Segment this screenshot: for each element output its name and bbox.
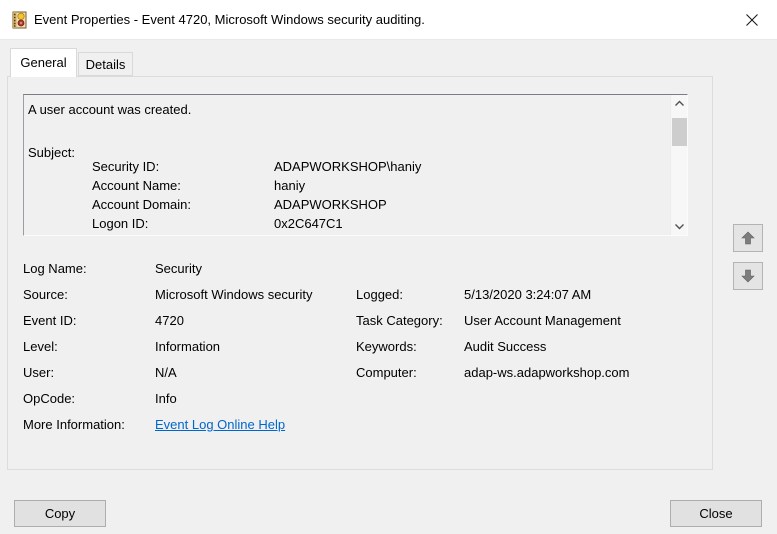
close-button[interactable]: Close bbox=[670, 500, 762, 527]
scrollbar-up-button[interactable] bbox=[671, 95, 688, 112]
tab-details[interactable]: Details bbox=[78, 52, 133, 76]
window-title: Event Properties - Event 4720, Microsoft… bbox=[34, 0, 425, 40]
close-icon bbox=[745, 13, 759, 27]
detail-value bbox=[464, 391, 711, 417]
scrollbar-down-button[interactable] bbox=[671, 218, 688, 235]
event-log-online-help-link[interactable]: Event Log Online Help bbox=[155, 417, 285, 443]
detail-row: User: N/A Computer: adap-ws.adapworkshop… bbox=[23, 365, 711, 391]
field-value: haniy bbox=[274, 178, 305, 193]
copy-button[interactable]: Copy bbox=[14, 500, 106, 527]
arrow-down-icon bbox=[740, 268, 756, 284]
detail-value: 5/13/2020 3:24:07 AM bbox=[464, 287, 711, 313]
tab-general[interactable]: General bbox=[10, 48, 77, 77]
detail-value: 4720 bbox=[155, 313, 356, 339]
field-label: Account Domain: bbox=[92, 197, 191, 212]
event-log-icon bbox=[10, 11, 28, 29]
field-value: 0x2C647C1 bbox=[274, 216, 343, 231]
detail-row: Log Name: Security bbox=[23, 261, 711, 287]
detail-value: Audit Success bbox=[464, 339, 711, 365]
field-label: Logon ID: bbox=[92, 216, 148, 231]
field-label: Account Name: bbox=[92, 178, 181, 193]
detail-label: Logged: bbox=[356, 287, 464, 313]
titlebar: Event Properties - Event 4720, Microsoft… bbox=[0, 0, 777, 40]
event-description-box[interactable]: A user account was created. Subject: Sec… bbox=[23, 94, 688, 236]
detail-label: Source: bbox=[23, 287, 155, 313]
field-label: Security ID: bbox=[92, 159, 159, 174]
detail-value: Information bbox=[155, 339, 356, 365]
detail-label: OpCode: bbox=[23, 391, 155, 417]
detail-row: Event ID: 4720 Task Category: User Accou… bbox=[23, 313, 711, 339]
detail-value: adap-ws.adapworkshop.com bbox=[464, 365, 711, 391]
next-event-button[interactable] bbox=[733, 262, 763, 290]
arrow-up-icon bbox=[740, 230, 756, 246]
detail-label bbox=[356, 261, 464, 287]
more-information-row: More Information: Event Log Online Help bbox=[23, 417, 711, 443]
detail-label bbox=[356, 391, 464, 417]
window-close-button[interactable] bbox=[733, 4, 771, 36]
event-properties-dialog: { "window": { "title": "Event Properties… bbox=[0, 0, 777, 534]
field-value: ADAPWORKSHOP\haniy bbox=[274, 159, 421, 174]
detail-row: Source: Microsoft Windows security Logge… bbox=[23, 287, 711, 313]
chevron-up-icon bbox=[674, 100, 685, 107]
event-details-grid: Log Name: Security Source: Microsoft Win… bbox=[23, 261, 711, 443]
chevron-down-icon bbox=[674, 223, 685, 230]
detail-row: Level: Information Keywords: Audit Succe… bbox=[23, 339, 711, 365]
detail-value: Microsoft Windows security bbox=[155, 287, 356, 313]
description-scrollbar[interactable] bbox=[670, 95, 687, 235]
scrollbar-thumb[interactable] bbox=[672, 118, 687, 146]
detail-label: Level: bbox=[23, 339, 155, 365]
detail-label: Log Name: bbox=[23, 261, 155, 287]
detail-row: OpCode: Info bbox=[23, 391, 711, 417]
detail-label: Task Category: bbox=[356, 313, 464, 339]
detail-label: Computer: bbox=[356, 365, 464, 391]
detail-label: Event ID: bbox=[23, 313, 155, 339]
detail-value: N/A bbox=[155, 365, 356, 391]
detail-label: Keywords: bbox=[356, 339, 464, 365]
event-description-section: Subject: bbox=[28, 145, 75, 160]
more-information-label: More Information: bbox=[23, 417, 155, 443]
detail-value: Security bbox=[155, 261, 356, 287]
detail-value bbox=[464, 261, 711, 287]
event-description-intro: A user account was created. bbox=[28, 102, 191, 117]
detail-label: User: bbox=[23, 365, 155, 391]
field-value: ADAPWORKSHOP bbox=[274, 197, 387, 212]
detail-value: Info bbox=[155, 391, 356, 417]
detail-value: User Account Management bbox=[464, 313, 711, 339]
previous-event-button[interactable] bbox=[733, 224, 763, 252]
